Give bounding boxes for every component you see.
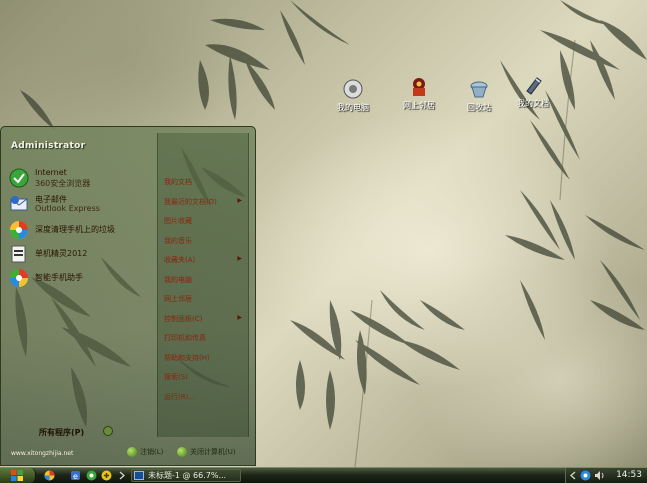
start-menu-pinned-internet[interactable]: Internet 360安全浏览器 xyxy=(7,167,157,189)
quicklaunch-browser-icon[interactable] xyxy=(86,470,97,481)
start-menu-right-item[interactable]: 搜索(S) xyxy=(164,372,246,382)
installer-icon xyxy=(9,244,29,264)
right-item-label: 控制面板(C) xyxy=(164,314,203,323)
right-item-label: 我最近的文档(D) xyxy=(164,197,217,206)
right-item-label: 搜索(S) xyxy=(164,373,188,381)
shutdown-label: 关闭计算机(U) xyxy=(190,448,236,456)
right-item-label: 图片收藏 xyxy=(164,217,192,225)
desktop-icon-recycle-bin[interactable]: 回收站 xyxy=(456,78,502,113)
desktop-icon-my-documents[interactable]: 我的文档 xyxy=(510,74,556,109)
start-menu-right-item[interactable]: 控制面板(C) ▶ xyxy=(164,314,246,324)
quicklaunch-apps-icon[interactable] xyxy=(44,470,55,481)
start-menu: Administrator Internet 360安全浏览器 电子邮件 Out… xyxy=(0,126,256,466)
start-menu-right-item[interactable]: 打印机和传真 xyxy=(164,333,246,343)
logoff-icon xyxy=(127,447,137,457)
start-menu-recent-item[interactable]: 智能手机助手 xyxy=(7,267,157,289)
pinned-item-subtitle: Outlook Express xyxy=(35,204,100,213)
right-item-label: 我的文档 xyxy=(164,178,192,186)
right-item-label: 我的音乐 xyxy=(164,236,192,245)
pinned-item-subtitle: 360安全浏览器 xyxy=(35,179,91,188)
all-programs-button[interactable]: 所有程序(P) xyxy=(39,427,84,438)
start-menu-right-item[interactable]: 网上邻居 xyxy=(164,294,246,304)
desktop-icon-label: 回收站 xyxy=(467,103,491,112)
right-item-label: 运行(R)... xyxy=(164,392,196,401)
quicklaunch-ie-icon[interactable]: e xyxy=(70,470,81,481)
email-icon xyxy=(9,194,29,214)
right-item-label: 我的电脑 xyxy=(164,275,192,284)
submenu-arrow-icon: ▶ xyxy=(237,313,242,321)
colorful-app-icon-2 xyxy=(9,268,29,288)
tray-volume-icon[interactable] xyxy=(594,470,605,481)
photoshop-icon xyxy=(134,471,144,480)
network-places-icon xyxy=(408,76,430,98)
desktop-icon-network[interactable]: 网上邻居 xyxy=(396,76,442,111)
logoff-label: 注销(L) xyxy=(140,448,164,456)
start-menu-right-item[interactable]: 我的文档 xyxy=(164,177,246,187)
start-menu-recent-item[interactable]: 单机精灵2012 xyxy=(7,243,157,265)
start-menu-username: Administrator xyxy=(11,141,86,151)
start-menu-right-item[interactable]: 图片收藏 xyxy=(164,216,246,226)
desktop-icon-label: 网上邻居 xyxy=(403,101,435,110)
recent-item-title: 单机精灵2012 xyxy=(35,249,88,258)
start-menu-right-item[interactable]: 运行(R)... xyxy=(164,392,246,402)
start-menu-footer: www.xitongzhijia.net 注销(L) 关闭计算机(U) xyxy=(1,443,255,465)
start-menu-left-pane: Internet 360安全浏览器 电子邮件 Outlook Express 深… xyxy=(1,163,157,463)
browser-icon xyxy=(9,168,29,188)
desktop-icon-my-computer[interactable]: 我的电脑 xyxy=(330,78,376,113)
svg-text:e: e xyxy=(73,472,78,481)
start-menu-right-pane: 我的文档我最近的文档(D) ▶ 图片收藏我的音乐收藏夹(A) ▶ 我的电脑网上邻居控制面… xyxy=(157,133,249,437)
start-menu-right-item[interactable]: 我最近的文档(D) ▶ xyxy=(164,197,246,207)
taskbar-clock: 14:53 xyxy=(616,470,642,480)
start-menu-right-item[interactable]: 收藏夹(A) ▶ xyxy=(164,255,246,265)
tray-expand-icon[interactable] xyxy=(568,470,579,481)
recycle-bin-icon xyxy=(468,78,490,100)
start-menu-recent-item[interactable]: 深度清理手机上的垃圾 xyxy=(7,219,157,241)
right-item-label: 帮助和支持(H) xyxy=(164,353,210,362)
desktop-icon-label: 我的文档 xyxy=(517,99,549,108)
my-computer-icon xyxy=(342,78,364,100)
recent-item-title: 智能手机助手 xyxy=(35,273,83,282)
right-item-label: 网上邻居 xyxy=(164,295,192,303)
website-watermark: www.xitongzhijia.net xyxy=(11,450,74,457)
right-item-label: 收藏夹(A) xyxy=(164,256,196,264)
taskbar-button-label: 未标题-1 @ 66.7%... xyxy=(148,471,227,480)
logoff-button[interactable]: 注销(L) xyxy=(127,447,163,461)
start-menu-pinned-email[interactable]: 电子邮件 Outlook Express xyxy=(7,193,157,215)
quicklaunch-tool-icon[interactable] xyxy=(101,470,112,481)
colorful-app-icon xyxy=(9,220,29,240)
taskbar: e 未标题-1 @ 66.7%... 14:53 xyxy=(0,467,647,483)
my-documents-icon xyxy=(522,74,544,96)
tray-network-icon[interactable] xyxy=(580,470,591,481)
submenu-arrow-icon: ▶ xyxy=(237,196,242,204)
windows-logo-icon xyxy=(11,470,23,481)
start-menu-right-item[interactable]: 帮助和支持(H) xyxy=(164,353,246,363)
pinned-item-title: Internet xyxy=(35,168,67,177)
start-menu-right-item[interactable]: 我的电脑 xyxy=(164,275,246,285)
taskbar-button-photoshop[interactable]: 未标题-1 @ 66.7%... xyxy=(131,469,241,482)
start-menu-right-item[interactable]: 我的音乐 xyxy=(164,236,246,246)
all-programs-arrow-icon xyxy=(103,426,113,436)
start-button[interactable] xyxy=(0,468,36,483)
shutdown-button[interactable]: 关闭计算机(U) xyxy=(177,447,236,461)
power-icon xyxy=(177,447,187,457)
desktop-icon-label: 我的电脑 xyxy=(337,103,369,112)
submenu-arrow-icon: ▶ xyxy=(237,255,242,262)
recent-item-title: 深度清理手机上的垃圾 xyxy=(35,225,115,234)
right-item-label: 打印机和传真 xyxy=(164,334,206,342)
quicklaunch-more-icon[interactable] xyxy=(117,470,128,481)
system-tray: 14:53 xyxy=(565,468,647,483)
